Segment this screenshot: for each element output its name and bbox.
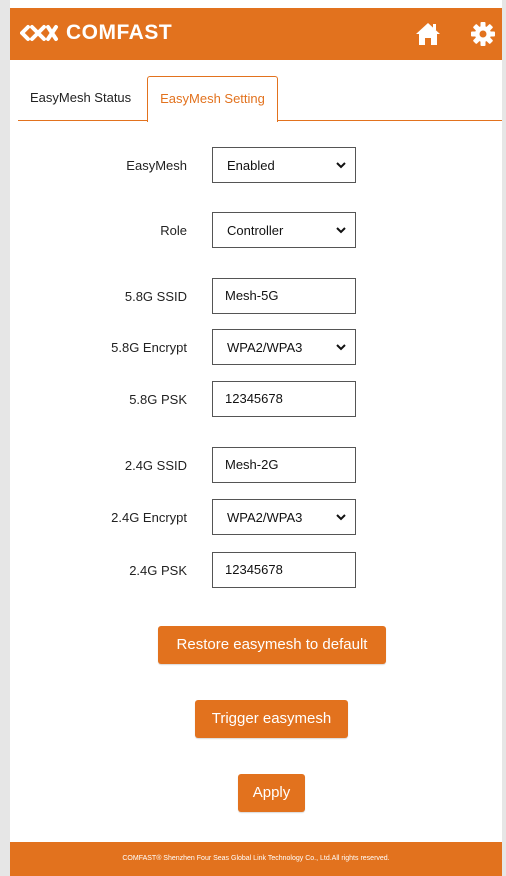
home-icon[interactable] <box>415 21 441 47</box>
tab-bar: EasyMesh Status EasyMesh Setting <box>18 76 502 122</box>
row-5g-encrypt: 5.8G Encrypt WPA2/WPA3 <box>10 329 502 367</box>
gear-icon[interactable] <box>470 21 496 47</box>
row-easymesh: EasyMesh Enabled <box>10 147 502 185</box>
brand-name: COMFAST <box>66 21 173 44</box>
chevron-down-icon <box>336 227 346 234</box>
row-24g-encrypt: 2.4G Encrypt WPA2/WPA3 <box>10 499 502 537</box>
ssid-5g-label: 5.8G SSID <box>124 289 187 304</box>
encrypt-5g-select[interactable]: WPA2/WPA3 <box>212 329 356 365</box>
chevron-down-icon <box>336 344 346 351</box>
copyright-text: COMFAST® Shenzhen Four Seas Global Link … <box>122 855 390 862</box>
role-select[interactable]: Controller <box>212 212 356 248</box>
easymesh-label: EasyMesh <box>126 158 187 173</box>
tab-easymesh-status[interactable]: EasyMesh Status <box>24 76 137 120</box>
app-container: COMFAST EasyMesh Status EasyMesh Setting… <box>10 0 502 876</box>
chevron-down-icon <box>336 162 346 169</box>
apply-button[interactable]: Apply <box>238 774 305 812</box>
psk-24g-input[interactable]: 12345678 <box>212 552 356 588</box>
row-5g-psk: 5.8G PSK 12345678 <box>10 381 502 419</box>
row-24g-psk: 2.4G PSK 12345678 <box>10 552 502 590</box>
role-label: Role <box>160 223 187 238</box>
role-value: Controller <box>227 222 284 238</box>
encrypt-24g-select[interactable]: WPA2/WPA3 <box>212 499 356 535</box>
comfast-logo-icon <box>20 25 58 41</box>
ssid-24g-input[interactable]: Mesh-2G <box>212 447 356 483</box>
header-bar: COMFAST <box>10 8 502 60</box>
encrypt-24g-label: 2.4G Encrypt <box>111 510 187 525</box>
footer: COMFAST® Shenzhen Four Seas Global Link … <box>10 842 502 876</box>
easymesh-select[interactable]: Enabled <box>212 147 356 183</box>
psk-24g-label: 2.4G PSK <box>129 563 187 578</box>
ssid-24g-label: 2.4G SSID <box>124 458 187 473</box>
encrypt-5g-value: WPA2/WPA3 <box>227 339 303 355</box>
ssid-5g-input[interactable]: Mesh-5G <box>212 278 356 314</box>
encrypt-24g-value: WPA2/WPA3 <box>227 509 303 525</box>
restore-easymesh-button[interactable]: Restore easymesh to default <box>158 626 386 664</box>
trigger-easymesh-button[interactable]: Trigger easymesh <box>195 700 348 738</box>
row-24g-ssid: 2.4G SSID Mesh-2G <box>10 447 502 485</box>
row-5g-ssid: 5.8G SSID Mesh-5G <box>10 278 502 316</box>
logo: COMFAST <box>20 21 172 45</box>
psk-5g-label: 5.8G PSK <box>129 392 187 407</box>
window-right-border <box>502 0 506 876</box>
row-role: Role Controller <box>10 212 502 250</box>
window-left-border <box>0 0 10 876</box>
easymesh-value: Enabled <box>227 157 275 173</box>
psk-5g-input[interactable]: 12345678 <box>212 381 356 417</box>
tab-easymesh-setting[interactable]: EasyMesh Setting <box>147 76 278 122</box>
chevron-down-icon <box>336 514 346 521</box>
encrypt-5g-label: 5.8G Encrypt <box>111 340 187 355</box>
